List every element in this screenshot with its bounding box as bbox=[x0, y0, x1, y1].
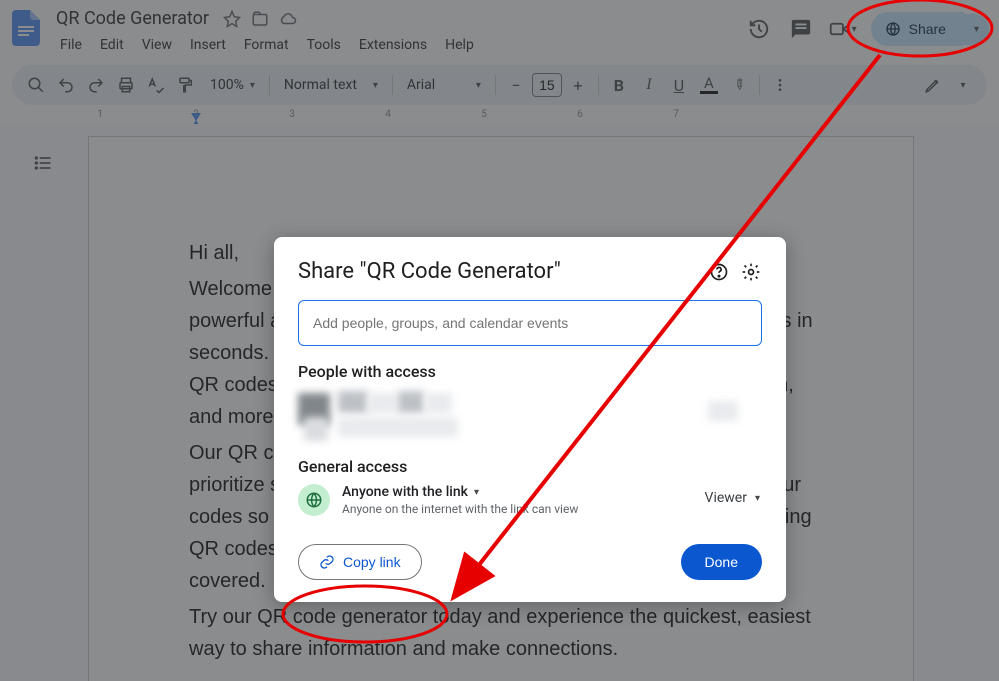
dialog-title: Share "QR Code Generator" bbox=[298, 259, 698, 284]
role-select[interactable]: Viewer ▾ bbox=[703, 484, 762, 512]
general-access-label: General access bbox=[298, 457, 762, 476]
copy-link-label: Copy link bbox=[343, 554, 401, 570]
help-icon[interactable] bbox=[708, 261, 730, 283]
share-dialog: Share "QR Code Generator" People with ac… bbox=[274, 237, 786, 602]
people-access-list bbox=[298, 389, 762, 447]
add-people-input[interactable] bbox=[298, 300, 762, 346]
copy-link-button[interactable]: Copy link bbox=[298, 544, 422, 580]
gear-icon[interactable] bbox=[740, 261, 762, 283]
people-with-access-label: People with access bbox=[298, 362, 762, 381]
done-button[interactable]: Done bbox=[681, 544, 762, 580]
access-scope-select[interactable]: Anyone with the link ▾ bbox=[342, 484, 691, 500]
access-scope-description: Anyone on the internet with the link can… bbox=[342, 502, 691, 516]
globe-icon bbox=[298, 484, 330, 516]
